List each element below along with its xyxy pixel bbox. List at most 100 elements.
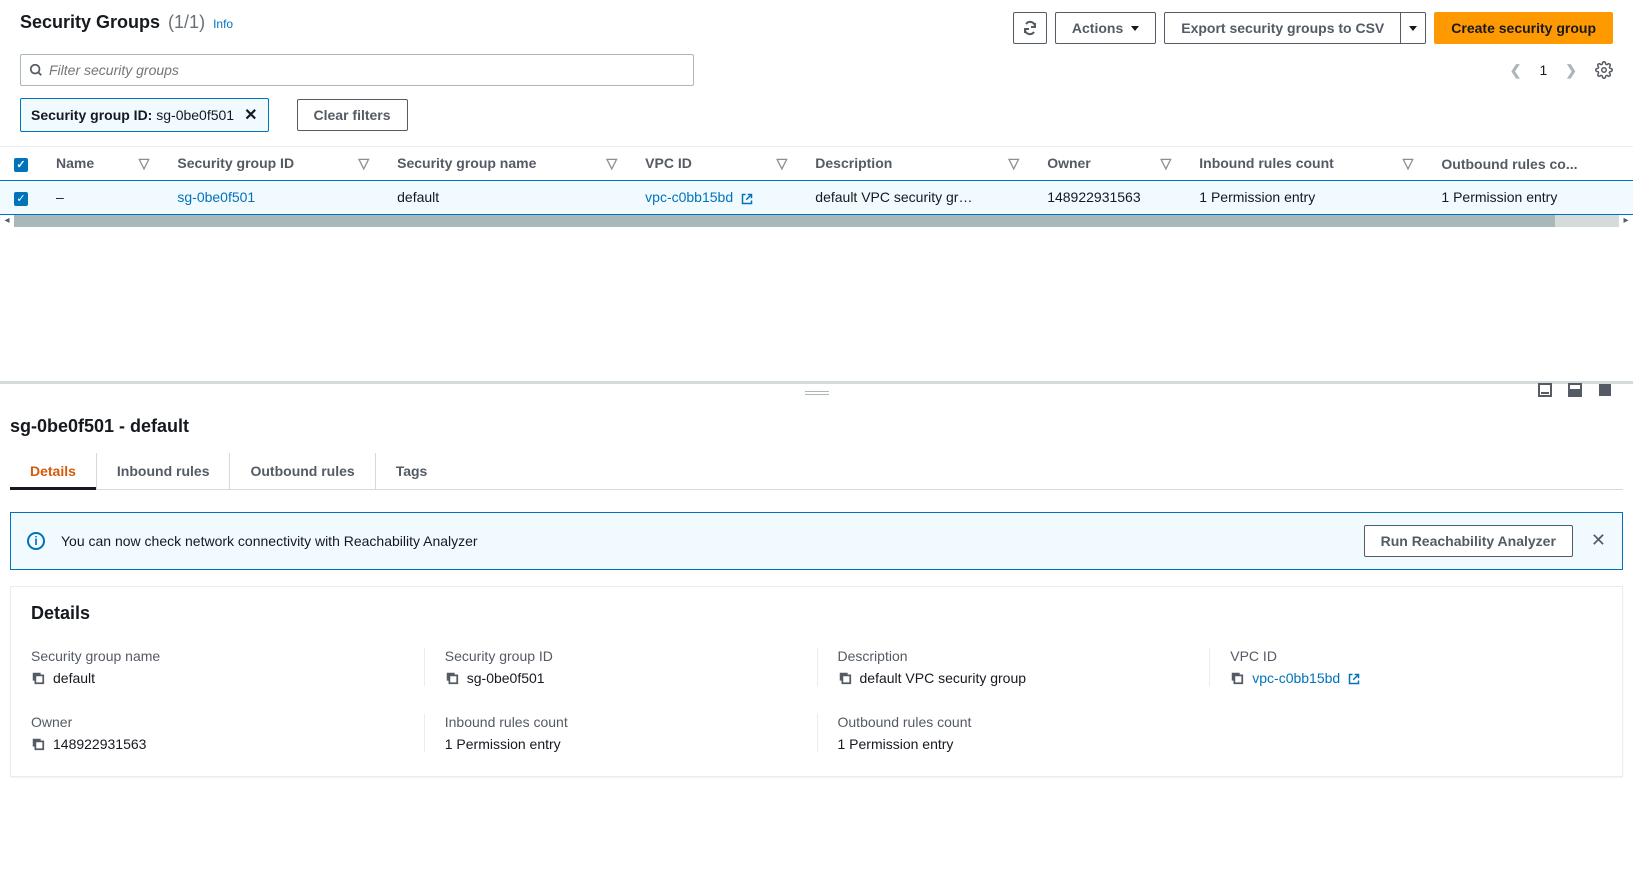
select-all-header[interactable]: ✓: [0, 147, 42, 181]
filter-chips-row: Security group ID: sg-0be0f501 ✕ Clear f…: [20, 98, 1613, 132]
col-sg-id[interactable]: Security group ID▽: [163, 147, 383, 181]
copy-icon[interactable]: [31, 737, 45, 751]
caret-down-icon: [1131, 26, 1139, 31]
settings-button[interactable]: [1595, 61, 1613, 79]
search-pagination-row: ❮ 1 ❯: [20, 54, 1613, 86]
cell-vpc-id: vpc-c0bb15bd: [631, 181, 801, 215]
sort-icon: ▽: [606, 155, 617, 172]
alert-actions: Run Reachability Analyzer ✕: [1364, 525, 1606, 557]
filter-chip-text: Security group ID: sg-0be0f501: [31, 107, 234, 123]
cell-sg-id: sg-0be0f501: [163, 181, 383, 215]
field-label: Description: [838, 648, 1210, 664]
col-label: Security group ID: [177, 155, 294, 171]
col-vpc-id[interactable]: VPC ID▽: [631, 147, 801, 181]
close-icon[interactable]: ✕: [1591, 530, 1606, 551]
detail-heading: sg-0be0f501 - default: [10, 408, 1623, 453]
vpc-id-text: vpc-c0bb15bd: [645, 189, 733, 205]
drag-handle-icon: [805, 391, 829, 395]
tab-inbound-rules[interactable]: Inbound rules: [96, 453, 230, 489]
card-title: Details: [31, 603, 1602, 624]
run-reachability-button[interactable]: Run Reachability Analyzer: [1364, 525, 1573, 557]
panel-max-icon[interactable]: [1597, 382, 1613, 398]
info-link[interactable]: Info: [213, 17, 233, 31]
selection-count: (1/1): [168, 12, 205, 33]
copy-icon[interactable]: [1230, 671, 1244, 685]
field-value: vpc-c0bb15bd: [1252, 670, 1340, 686]
create-security-group-button[interactable]: Create security group: [1434, 12, 1613, 44]
copy-icon[interactable]: [838, 671, 852, 685]
cell-outbound: 1 Permission entry: [1427, 181, 1633, 215]
filter-chip-sg-id[interactable]: Security group ID: sg-0be0f501 ✕: [20, 98, 269, 132]
sort-icon: ▽: [1160, 155, 1171, 172]
field-owner: Owner 148922931563: [31, 714, 424, 752]
sg-id-link[interactable]: sg-0be0f501: [177, 189, 255, 205]
field-value: 1 Permission entry: [445, 736, 561, 752]
filter-chip-value: sg-0be0f501: [156, 107, 234, 123]
field-label: Outbound rules count: [838, 714, 1210, 730]
info-icon: i: [27, 532, 45, 550]
scroll-left-button[interactable]: ◂: [0, 215, 14, 227]
tab-outbound-rules[interactable]: Outbound rules: [229, 453, 374, 489]
col-name[interactable]: Name ▽: [42, 147, 163, 181]
field-value: 1 Permission entry: [838, 736, 954, 752]
scroll-right-button[interactable]: ▸: [1619, 215, 1633, 227]
copy-icon[interactable]: [31, 671, 45, 685]
field-value: 148922931563: [53, 736, 146, 752]
panel-split-icon[interactable]: [1567, 382, 1583, 398]
clear-filters-label: Clear filters: [314, 107, 391, 123]
col-outbound-count[interactable]: Outbound rules co...: [1427, 147, 1633, 181]
field-label: Inbound rules count: [445, 714, 817, 730]
title-group: Security Groups (1/1) Info: [20, 12, 233, 33]
row-checkbox-cell[interactable]: ✓: [0, 181, 42, 215]
panel-min-icon[interactable]: [1537, 382, 1553, 398]
run-reachability-label: Run Reachability Analyzer: [1381, 533, 1556, 549]
table-header-row: ✓ Name▽ Security group ID▽ Security grou…: [0, 147, 1633, 181]
tab-tags[interactable]: Tags: [375, 453, 448, 489]
cell-name: –: [42, 181, 163, 215]
sort-icon: ▽: [139, 155, 150, 172]
details-card: Details Security group name default Secu…: [10, 586, 1623, 777]
col-owner[interactable]: Owner▽: [1033, 147, 1185, 181]
search-input-container[interactable]: [20, 54, 694, 86]
copy-icon[interactable]: [445, 671, 459, 685]
filter-input[interactable]: [49, 62, 685, 78]
col-inbound-count[interactable]: Inbound rules count▽: [1185, 147, 1427, 181]
external-link-icon: [1348, 673, 1360, 685]
resize-handle[interactable]: [0, 384, 1633, 402]
next-page-button[interactable]: ❯: [1565, 62, 1577, 79]
field-label: VPC ID: [1230, 648, 1602, 664]
pagination: ❮ 1 ❯: [1510, 61, 1613, 79]
cell-owner: 148922931563: [1033, 181, 1185, 215]
vpc-link[interactable]: vpc-c0bb15bd: [1252, 670, 1360, 686]
field-sg-name: Security group name default: [31, 648, 424, 686]
table-row[interactable]: ✓ – sg-0be0f501 default vpc-c0bb15bd def…: [0, 181, 1633, 215]
field-value: default VPC security group: [860, 670, 1027, 686]
col-label: Name: [56, 155, 94, 171]
alert-text: You can now check network connectivity w…: [61, 533, 478, 549]
actions-label: Actions: [1072, 20, 1123, 36]
field-label: Owner: [31, 714, 424, 730]
clear-filters-button[interactable]: Clear filters: [297, 99, 408, 131]
actions-dropdown-button[interactable]: Actions: [1055, 12, 1156, 44]
col-sg-name[interactable]: Security group name▽: [383, 147, 631, 181]
close-icon[interactable]: ✕: [244, 105, 257, 125]
refresh-button[interactable]: [1013, 12, 1047, 44]
vpc-id-link[interactable]: vpc-c0bb15bd: [645, 189, 753, 205]
reachability-alert: i You can now check network connectivity…: [10, 512, 1623, 570]
horizontal-scrollbar[interactable]: [14, 215, 1619, 227]
checkbox-checked-icon: ✓: [14, 158, 28, 172]
prev-page-button[interactable]: ❮: [1510, 62, 1522, 79]
col-label: Description: [815, 155, 892, 171]
header-row: Security Groups (1/1) Info Actions Expor…: [20, 12, 1613, 44]
col-description[interactable]: Description▽: [801, 147, 1033, 181]
create-sg-label: Create security group: [1451, 20, 1596, 36]
field-vpc-id: VPC ID vpc-c0bb15bd: [1209, 648, 1602, 686]
export-csv-dropdown[interactable]: [1400, 12, 1426, 44]
scrollbar-thumb[interactable]: [14, 215, 1555, 227]
sort-icon: ▽: [777, 155, 788, 172]
tab-details[interactable]: Details: [10, 453, 96, 489]
empty-cell: [1209, 714, 1602, 752]
field-label: Security group ID: [445, 648, 817, 664]
field-value: default: [53, 670, 95, 686]
export-csv-button[interactable]: Export security groups to CSV: [1164, 12, 1400, 44]
